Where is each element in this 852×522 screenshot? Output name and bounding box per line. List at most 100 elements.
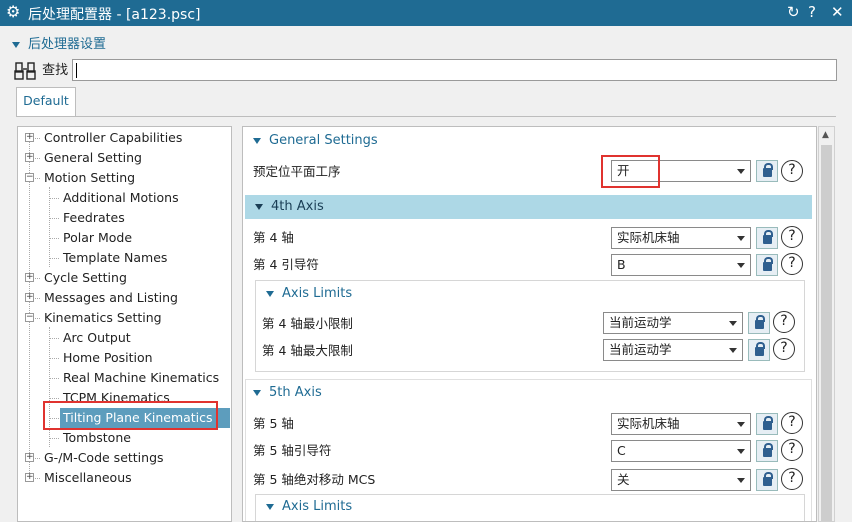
row-label: 第 5 轴	[253, 416, 294, 431]
properties-panel: General Settings 预定位平面工序 开 ? 4th Axis 第 …	[242, 126, 817, 522]
tree-item-label: Polar Mode	[63, 230, 133, 245]
axis5-mcs-select[interactable]: 关	[611, 469, 751, 491]
group-title: Axis Limits	[282, 499, 353, 514]
group-axis-limits[interactable]: Axis Limits	[256, 282, 796, 306]
expand-icon[interactable]: +	[25, 453, 34, 462]
lock-button[interactable]	[756, 440, 778, 462]
axis4-type-select[interactable]: 实际机床轴	[611, 227, 751, 249]
tab-default[interactable]: Default	[16, 87, 76, 117]
tree-item-label: Home Position	[63, 350, 153, 365]
group-5th-axis[interactable]: 5th Axis	[243, 381, 812, 405]
axis5-leader-select[interactable]: C	[611, 440, 751, 462]
tree-guide	[49, 218, 59, 219]
tab-divider	[16, 116, 836, 117]
group-general-settings[interactable]: General Settings	[243, 129, 816, 153]
axis4-leader-select[interactable]: B	[611, 254, 751, 276]
find-input[interactable]	[72, 59, 837, 81]
collapse-icon	[253, 137, 261, 144]
select-value: 实际机床轴	[617, 416, 680, 431]
question-icon[interactable]: ?	[781, 253, 803, 275]
scroll-thumb[interactable]	[821, 145, 832, 521]
tree-item-label: Real Machine Kinematics	[63, 370, 220, 385]
tree-guide	[29, 137, 30, 477]
tree-guide	[49, 378, 59, 379]
question-icon[interactable]: ?	[773, 311, 795, 333]
row-label: 第 4 引导符	[253, 257, 319, 272]
scroll-up-icon[interactable]: ▲	[822, 130, 829, 140]
vertical-scrollbar[interactable]: ▲	[818, 126, 835, 522]
tree-guide	[49, 438, 59, 439]
question-icon[interactable]: ?	[781, 226, 803, 248]
question-icon[interactable]: ?	[781, 160, 803, 182]
tree-guide	[49, 187, 50, 267]
lock-button[interactable]	[756, 160, 778, 182]
axis4-min-limit-select[interactable]: 当前运动学	[603, 312, 743, 334]
question-icon[interactable]: ?	[773, 338, 795, 360]
axis4-limits-box: Axis Limits 第 4 轴最小限制 当前运动学 ? 第 4 轴最大限制 …	[255, 280, 805, 372]
group-title: Axis Limits	[282, 286, 353, 301]
axis4-max-limit-select[interactable]: 当前运动学	[603, 339, 743, 361]
tree-guide	[49, 398, 59, 399]
section-title: 后处理器设置	[28, 37, 107, 52]
chevron-down-icon	[737, 236, 745, 241]
refresh-icon[interactable]: ↻	[787, 3, 800, 21]
question-icon[interactable]: ?	[781, 468, 803, 490]
expand-icon[interactable]: +	[25, 473, 34, 482]
section-header[interactable]: 后处理器设置	[12, 33, 106, 52]
lock-icon	[763, 472, 773, 486]
collapse-icon[interactable]: −	[25, 173, 34, 182]
lock-icon	[763, 163, 773, 177]
lock-button[interactable]	[756, 227, 778, 249]
tree-item-label: Miscellaneous	[44, 470, 132, 485]
question-icon[interactable]: ?	[781, 412, 803, 434]
chevron-down-icon	[737, 169, 745, 174]
gear-icon[interactable]: ⚙	[6, 2, 20, 21]
row-label: 预定位平面工序	[253, 164, 341, 179]
tree-item-label: General Setting	[44, 150, 142, 165]
row-label: 第 4 轴	[253, 230, 294, 245]
tree-guide	[49, 338, 59, 339]
help-icon[interactable]: ?	[808, 3, 816, 21]
tree-guide	[49, 258, 59, 259]
close-icon[interactable]: ✕	[831, 3, 844, 21]
lock-icon	[755, 342, 765, 356]
collapse-icon	[266, 503, 274, 510]
tree-item-label: Motion Setting	[44, 170, 136, 185]
lock-icon	[763, 257, 773, 271]
collapse-icon	[253, 389, 261, 396]
tree-item-label: Kinematics Setting	[44, 310, 162, 325]
lock-icon	[763, 230, 773, 244]
tree-item-label: Cycle Setting	[44, 270, 127, 285]
collapse-icon[interactable]: −	[25, 313, 34, 322]
tree-guide	[49, 238, 59, 239]
collapse-icon	[12, 41, 20, 48]
select-value: C	[617, 443, 626, 458]
chevron-down-icon	[737, 449, 745, 454]
expand-icon[interactable]: +	[25, 273, 34, 282]
tree-item-label: Messages and Listing	[44, 290, 178, 305]
row-label: 第 5 轴引导符	[253, 443, 332, 458]
tree-item-label: Arc Output	[63, 330, 131, 345]
lock-button[interactable]	[756, 469, 778, 491]
group-axis-limits[interactable]: Axis Limits	[256, 495, 796, 519]
group-title: General Settings	[269, 133, 378, 148]
tree-guide	[49, 198, 59, 199]
expand-icon[interactable]: +	[25, 153, 34, 162]
tree-item-label: Controller Capabilities	[44, 130, 183, 145]
expand-icon[interactable]: +	[25, 293, 34, 302]
lock-button[interactable]	[748, 339, 770, 361]
lock-button[interactable]	[748, 312, 770, 334]
group-title: 5th Axis	[269, 385, 322, 400]
lock-button[interactable]	[756, 413, 778, 435]
highlight-box	[601, 155, 660, 188]
navigation-tree: + Controller Capabilities + General Setting…	[17, 126, 232, 522]
axis5-type-select[interactable]: 实际机床轴	[611, 413, 751, 435]
lock-button[interactable]	[756, 254, 778, 276]
expand-icon[interactable]: +	[25, 133, 34, 142]
question-icon[interactable]: ?	[781, 439, 803, 461]
tree-guide	[49, 358, 59, 359]
group-4th-axis[interactable]: 4th Axis	[245, 195, 812, 219]
select-value: 关	[617, 472, 630, 487]
select-value: 实际机床轴	[617, 230, 680, 245]
lock-icon	[763, 416, 773, 430]
